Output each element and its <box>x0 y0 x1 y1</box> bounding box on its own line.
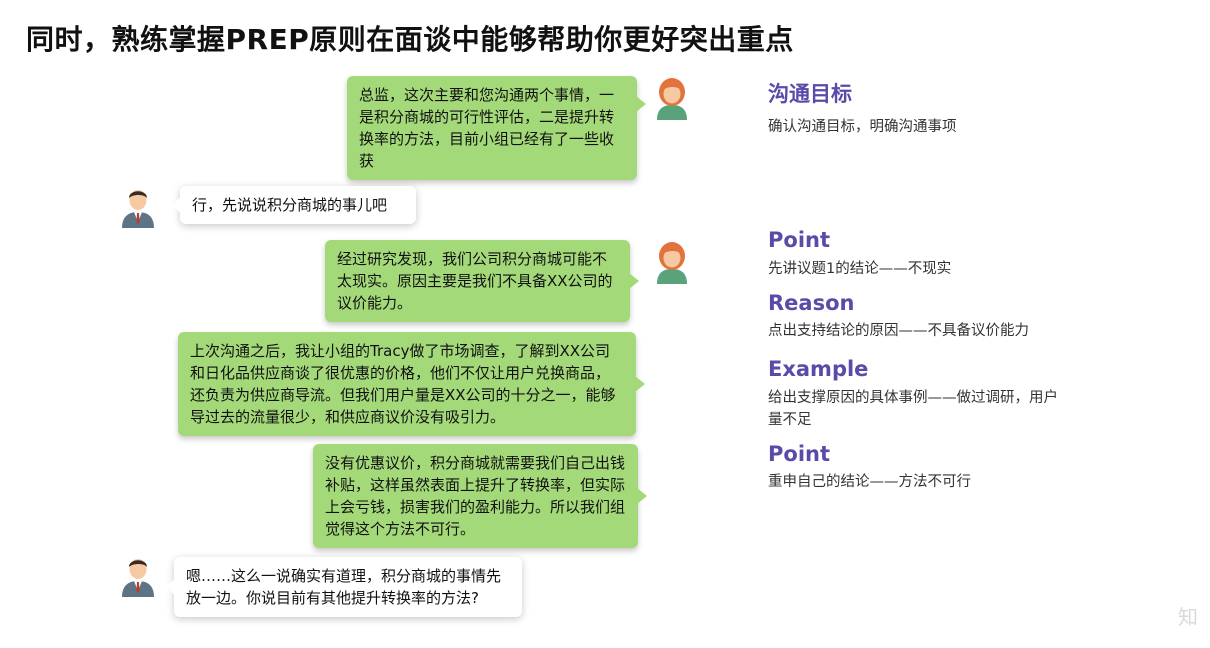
label-desc-point: 先讲议题1的结论——不现实 <box>768 261 952 277</box>
label-desc-example: 给出支撑原因的具体事例——做过调研，用户量不足 <box>768 390 1058 428</box>
label-desc-point-restate: 重申自己的结论——方法不可行 <box>768 474 971 490</box>
page-title: 同时，熟练掌握PREP原则在面谈中能够帮助你更好突出重点 <box>26 23 794 56</box>
label-desc-goal: 确认沟通目标，明确沟通事项 <box>768 119 957 135</box>
label-heading-goal: 沟通目标 <box>768 82 852 106</box>
watermark-logo: 知 <box>1178 605 1198 629</box>
chat-bubble-text: 没有优惠议价，积分商城就需要我们自己出钱补贴，这样虽然表面上提升了转换率，但实际… <box>325 454 626 538</box>
chat-bubble-male-1: 行，先说说积分商城的事儿吧 <box>171 186 416 224</box>
chat-bubble-text: 总监，这次主要和您沟通两个事情，一是积分商城的可行性评估，二是提升转换率的方法，… <box>359 86 615 170</box>
chat-bubble-text: 行，先说说积分商城的事儿吧 <box>192 196 388 214</box>
chat-bubble-female-3: 上次沟通之后，我让小组的Tracy做了市场调查，了解到XX公司和日化品供应商谈了… <box>178 332 645 436</box>
chat-bubble-text: 嗯……这么一说确实有道理，积分商城的事情先放一边。你说目前有其他提升转换率的方法… <box>186 567 502 607</box>
chat-bubble-female-2: 经过研究发现，我们公司积分商城可能不太现实。原因主要是我们不具备XX公司的议价能… <box>325 240 639 322</box>
label-desc-reason: 点出支持结论的原因——不具备议价能力 <box>768 323 1029 339</box>
label-heading-point: Point <box>768 228 831 252</box>
chat-bubble-text: 经过研究发现，我们公司积分商城可能不太现实。原因主要是我们不具备XX公司的议价能… <box>337 250 613 312</box>
label-heading-point-restate: Point <box>768 442 831 466</box>
label-heading-reason: Reason <box>768 291 855 315</box>
chat-bubble-female-1: 总监，这次主要和您沟通两个事情，一是积分商城的可行性评估，二是提升转换率的方法，… <box>347 76 646 180</box>
female-avatar-icon <box>657 78 687 120</box>
male-avatar-icon <box>122 190 154 228</box>
female-avatar-icon <box>657 242 687 284</box>
chat-bubble-text: 上次沟通之后，我让小组的Tracy做了市场调查，了解到XX公司和日化品供应商谈了… <box>190 342 616 426</box>
label-heading-example: Example <box>768 357 869 381</box>
male-avatar-icon <box>122 559 154 597</box>
chat-bubble-male-2: 嗯……这么一说确实有道理，积分商城的事情先放一边。你说目前有其他提升转换率的方法… <box>165 557 522 617</box>
chat-bubble-female-4: 没有优惠议价，积分商城就需要我们自己出钱补贴，这样虽然表面上提升了转换率，但实际… <box>313 444 647 548</box>
